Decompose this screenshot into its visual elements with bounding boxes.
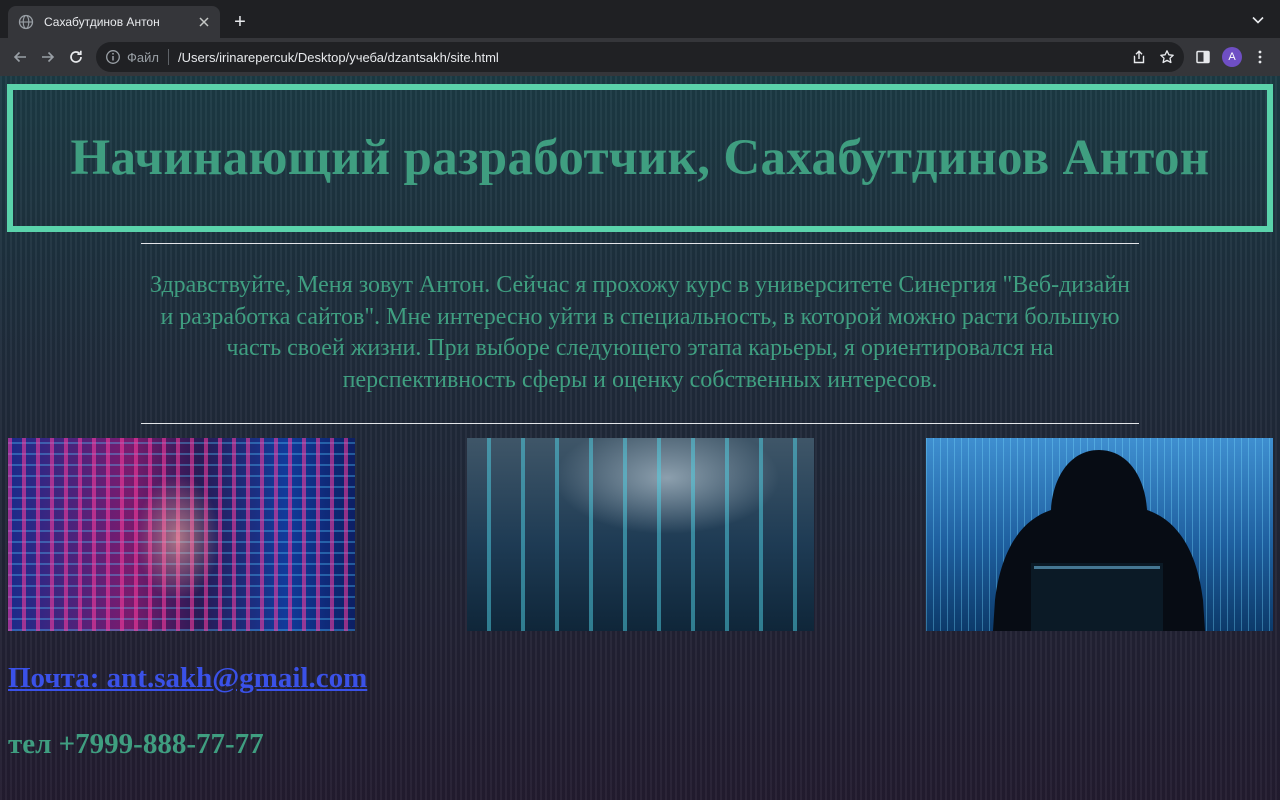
intro-paragraph: Здравствуйте, Меня зовут Антон. Сейчас я… (150, 272, 1130, 393)
address-separator (167, 49, 169, 65)
share-icon[interactable] (1128, 46, 1150, 68)
tab-title: Сахабутдинов Антон (44, 15, 160, 29)
page-viewport: Начинающий разработчик, Сахабутдинов Ант… (0, 76, 1280, 800)
globe-icon (18, 14, 34, 30)
chevron-down-icon[interactable] (1248, 10, 1268, 30)
email-link[interactable]: Почта: ant.sakh@gmail.com (8, 662, 367, 695)
top-divider (141, 243, 1139, 244)
back-arrow-icon[interactable] (8, 45, 32, 69)
more-menu-icon[interactable] (1248, 45, 1272, 69)
browser-toolbar: Файл /Users/irinarepercuk/Desktop/учеба/… (0, 38, 1280, 76)
header-banner: Начинающий разработчик, Сахабутдинов Ант… (7, 84, 1273, 232)
analytics-tablet-photo (467, 438, 814, 631)
forward-arrow-icon[interactable] (36, 45, 60, 69)
reload-icon[interactable] (64, 45, 88, 69)
file-scheme-label: Файл (127, 49, 159, 65)
new-tab-button[interactable]: + (228, 10, 252, 34)
info-icon[interactable] (105, 49, 121, 65)
page-title: Начинающий разработчик, Сахабутдинов Ант… (70, 130, 1210, 186)
hooded-hacker-photo (926, 438, 1273, 631)
browser-tab[interactable]: Сахабутдинов Антон (8, 6, 220, 38)
address-bar[interactable]: Файл /Users/irinarepercuk/Desktop/учеба/… (96, 42, 1184, 72)
bookmark-star-icon[interactable] (1156, 46, 1178, 68)
tab-strip: Сахабутдинов Антон + (0, 0, 1280, 38)
woman-code-photo (8, 438, 355, 631)
url-text[interactable]: /Users/irinarepercuk/Desktop/учеба/dzant… (178, 50, 1128, 65)
avatar: A (1222, 47, 1242, 67)
profile-avatar-button[interactable]: A (1220, 45, 1244, 69)
bottom-divider (141, 423, 1139, 424)
side-panel-icon[interactable] (1191, 45, 1215, 69)
phone-number: тел +7999-888-77-77 (8, 728, 264, 760)
close-tab-icon[interactable] (194, 12, 214, 32)
